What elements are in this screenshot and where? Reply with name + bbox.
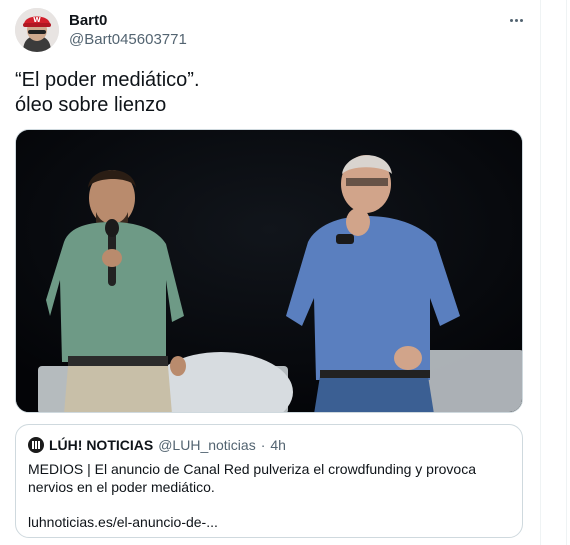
- tweet-text: “El poder mediático”. óleo sobre lienzo: [15, 69, 200, 116]
- avatar-cap-wolf-icon: W: [15, 8, 59, 52]
- display-name[interactable]: Bart0: [69, 12, 107, 29]
- tweet-photo[interactable]: [15, 129, 523, 413]
- more-options-icon[interactable]: [505, 10, 527, 30]
- tweet[interactable]: W Bart0 @Bart045603771 “El poder mediáti…: [0, 0, 540, 545]
- column-divider: [540, 0, 541, 545]
- column-divider: [566, 0, 567, 545]
- luh-logo-icon[interactable]: [28, 437, 44, 453]
- more-dot: [519, 18, 523, 22]
- quoted-timestamp[interactable]: 4h: [270, 437, 286, 453]
- quoted-display-name[interactable]: LÚH! NOTICIAS: [49, 437, 153, 453]
- more-dot: [514, 18, 518, 22]
- user-handle[interactable]: @Bart045603771: [69, 31, 187, 48]
- quoted-tweet-header: LÚH! NOTICIAS @LUH_noticias · 4h: [28, 437, 286, 453]
- separator-dot: ·: [260, 437, 266, 453]
- quoted-tweet-link[interactable]: luhnoticias.es/el-anuncio-de-...: [28, 514, 218, 530]
- quoted-tweet-text: MEDIOS | El anuncio de Canal Red pulveri…: [28, 461, 476, 495]
- user-avatar[interactable]: W: [15, 8, 59, 52]
- photo-image: [16, 130, 522, 412]
- more-dot: [509, 18, 513, 22]
- svg-text:W: W: [33, 16, 41, 24]
- quoted-handle[interactable]: @LUH_noticias: [158, 437, 255, 453]
- quoted-tweet[interactable]: LÚH! NOTICIAS @LUH_noticias · 4h MEDIOS …: [15, 424, 523, 538]
